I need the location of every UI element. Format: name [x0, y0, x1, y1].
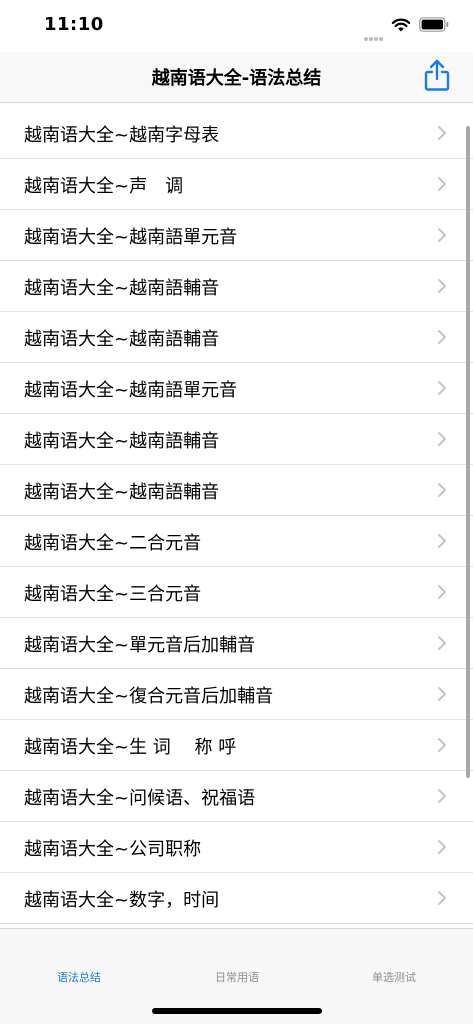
list-item[interactable]: 越南语大全~復合元音后加輔音 — [0, 669, 473, 720]
list-item[interactable]: 越南语大全~越南語輔音 — [0, 312, 473, 363]
list-item-label: 越南语大全~越南語輔音 — [24, 329, 220, 350]
navigation-bar: 越南语大全-语法总结 — [0, 52, 473, 103]
list-item[interactable]: 越南语大全~越南語單元音 — [0, 210, 473, 261]
chevron-right-icon — [438, 381, 446, 395]
list-item-label: 越南语大全~越南語單元音 — [24, 227, 238, 248]
chevron-right-icon — [438, 636, 446, 650]
chevron-right-icon — [438, 279, 446, 293]
list-item[interactable]: 越南语大全~数字，时间 — [0, 873, 473, 924]
list-item-label: 越南语大全~復合元音后加輔音 — [24, 686, 274, 707]
chevron-right-icon — [438, 789, 446, 803]
list-item-label: 越南语大全~数字，时间 — [24, 890, 220, 911]
share-icon[interactable] — [421, 58, 453, 92]
battery-icon — [419, 17, 449, 32]
list-item[interactable]: 越南语大全~生 词 称 呼 — [0, 720, 473, 771]
tab-daily-phrases[interactable]: 日常用语 — [158, 969, 316, 985]
list-item-label: 越南语大全~生 词 称 呼 — [24, 737, 237, 758]
chevron-right-icon — [438, 585, 446, 599]
list-item-label: 越南语大全~声 调 — [24, 176, 184, 197]
list-item-label: 越南语大全~越南語單元音 — [24, 380, 238, 401]
list-item[interactable]: 越南语大全~越南語輔音 — [0, 465, 473, 516]
chevron-right-icon — [438, 891, 446, 905]
list-item[interactable]: 越南语大全~三合元音 — [0, 567, 473, 618]
list-item-label: 越南语大全~问候语、祝福语 — [24, 788, 256, 809]
app-screen: 11:10 越南语大全-语法总结 越南语大全~越南字母表 越南语大全~声 调越南语… — [0, 0, 473, 1024]
scroll-indicator[interactable] — [466, 126, 470, 778]
chevron-right-icon — [438, 126, 446, 140]
chevron-right-icon — [438, 840, 446, 854]
list-item-label: 越南语大全~三合元音 — [24, 584, 202, 605]
lesson-list: 越南语大全~越南字母表 越南语大全~声 调越南语大全~越南語單元音 越南语大全~越南… — [0, 108, 473, 928]
list-item-label: 越南语大全~二合元音 — [24, 533, 202, 554]
home-indicator[interactable] — [152, 1008, 322, 1014]
wifi-icon — [391, 18, 411, 32]
chevron-right-icon — [438, 228, 446, 242]
chevron-right-icon — [438, 687, 446, 701]
cellular-signal-icon — [364, 26, 384, 45]
list-item-label: 越南语大全~越南字母表 — [24, 125, 220, 146]
list-item[interactable]: 越南语大全~公司职称 — [0, 822, 473, 873]
list-item[interactable]: 越南语大全~越南字母表 — [0, 108, 473, 159]
tab-grammar-summary[interactable]: 语法总结 — [0, 969, 158, 985]
chevron-right-icon — [438, 330, 446, 344]
list-item[interactable]: 越南语大全~越南語輔音 — [0, 414, 473, 465]
tab-quiz[interactable]: 单选测试 — [315, 969, 473, 985]
list-item-label: 越南语大全~公司职称 — [24, 839, 202, 860]
list-item[interactable]: 越南语大全~越南語輔音 — [0, 261, 473, 312]
chevron-right-icon — [438, 534, 446, 548]
status-bar: 11:10 — [0, 0, 473, 52]
list-item-label: 越南语大全~單元音后加輔音 — [24, 635, 256, 656]
chevron-right-icon — [438, 177, 446, 191]
list-item[interactable]: 越南语大全~问候语、祝福语 — [0, 771, 473, 822]
list-item-label: 越南语大全~越南語輔音 — [24, 482, 220, 503]
list-item-label: 越南语大全~越南語輔音 — [24, 278, 220, 299]
list-item-label: 越南语大全~越南語輔音 — [24, 431, 220, 452]
page-title: 越南语大全-语法总结 — [151, 68, 322, 89]
chevron-right-icon — [438, 483, 446, 497]
list-item[interactable]: 越南语大全~越南語單元音 — [0, 363, 473, 414]
chevron-right-icon — [438, 432, 446, 446]
list-item[interactable]: 越南语大全~單元音后加輔音 — [0, 618, 473, 669]
list-item[interactable]: 越南语大全~声 调 — [0, 159, 473, 210]
status-time: 11:10 — [44, 14, 104, 35]
chevron-right-icon — [438, 738, 446, 752]
list-item[interactable]: 越南语大全~二合元音 — [0, 516, 473, 567]
